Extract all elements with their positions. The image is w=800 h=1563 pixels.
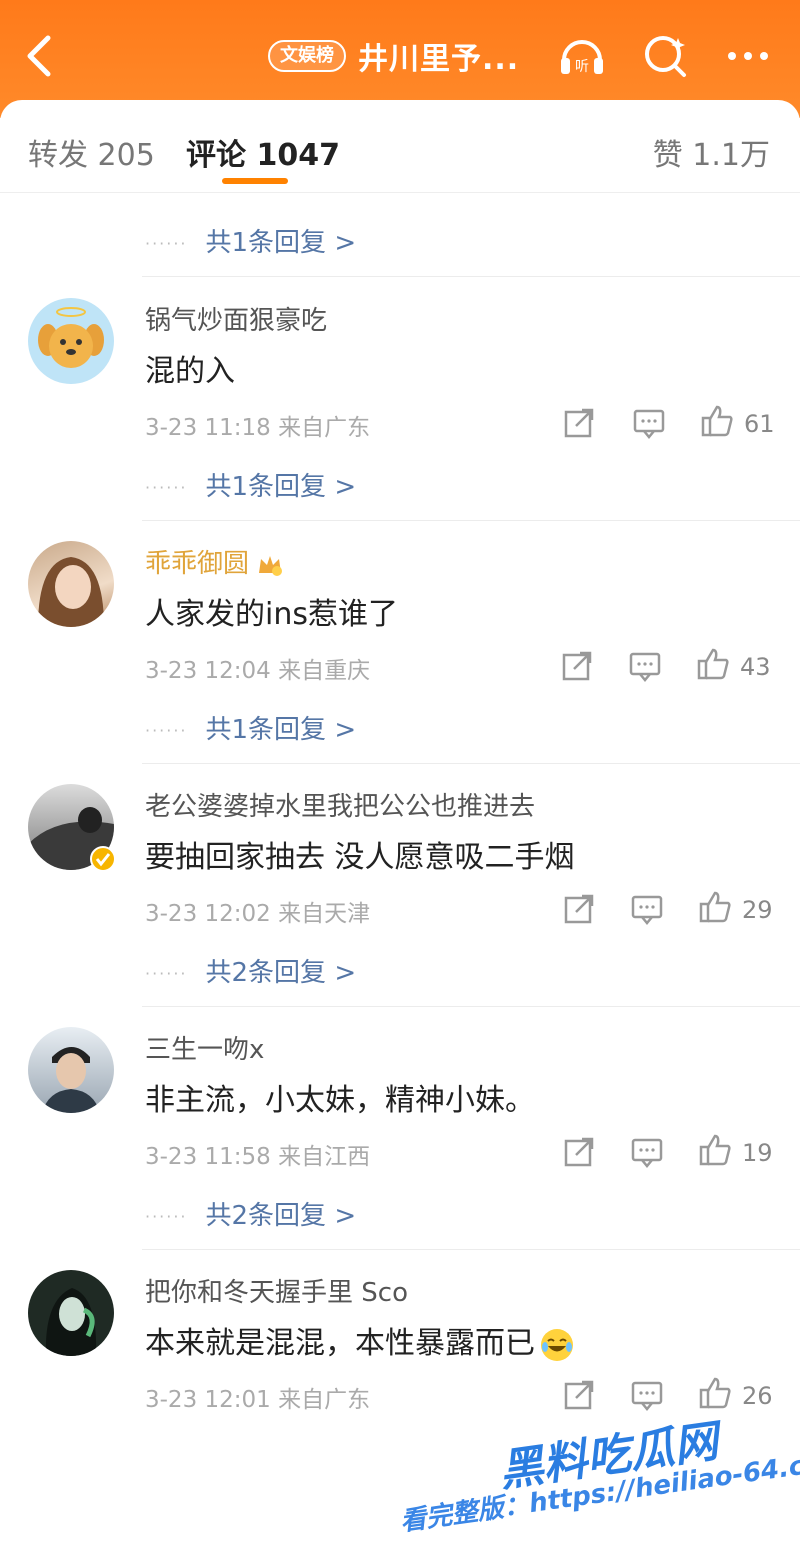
share-icon[interactable] xyxy=(562,1135,596,1169)
replies-link[interactable]: ······ 共1条回复 > xyxy=(145,222,356,259)
comment-text: 要抽回家抽去 没人愿意吸二手烟 xyxy=(145,840,575,875)
timestamp: 3-23 12:01 xyxy=(145,1387,271,1413)
tab-repost[interactable]: 转发 205 xyxy=(28,130,155,174)
tab-comments[interactable]: 评论 1047 xyxy=(186,130,340,174)
comment-text: 本来就是混混，本性暴露而已 xyxy=(145,1318,575,1363)
divider xyxy=(142,520,800,521)
like-count: 19 xyxy=(742,1139,773,1167)
person-avatar-icon xyxy=(38,557,104,627)
location: 来自广东 xyxy=(278,415,371,441)
like-count: 29 xyxy=(742,896,773,924)
avatar[interactable] xyxy=(28,298,114,384)
like-icon[interactable] xyxy=(700,404,734,438)
username[interactable]: 把你和冬天握手里 Sco xyxy=(145,1272,408,1309)
comment-icon[interactable] xyxy=(628,649,662,683)
person-avatar-icon xyxy=(45,1288,97,1356)
hot-list-tag[interactable]: 文娱榜 xyxy=(268,40,346,72)
timestamp: 3-23 12:04 xyxy=(145,658,271,684)
avatar[interactable] xyxy=(28,1270,114,1356)
back-arrow-icon[interactable] xyxy=(18,28,62,84)
comment-icon[interactable] xyxy=(630,1378,664,1412)
share-icon[interactable] xyxy=(562,406,596,440)
replies-link[interactable]: ······ 共1条回复 > xyxy=(145,709,356,746)
comment-icon[interactable] xyxy=(630,1135,664,1169)
share-icon[interactable] xyxy=(560,649,594,683)
location: 来自江西 xyxy=(278,1144,371,1170)
comment-text: 人家发的ins惹谁了 xyxy=(145,597,398,632)
dots: ······ xyxy=(145,1207,188,1226)
comment-meta: 3-23 12:02 来自天津 xyxy=(145,894,370,928)
more-icon[interactable] xyxy=(722,30,774,82)
divider xyxy=(142,1006,800,1007)
comment-text: 非主流，小太妹，精神小妹。 xyxy=(145,1083,535,1118)
replies-label: 共2条回复 > xyxy=(205,958,357,988)
comment-icon[interactable] xyxy=(632,406,666,440)
username[interactable]: 三生一吻x xyxy=(145,1029,264,1066)
person-avatar-icon xyxy=(42,1047,100,1113)
avatar[interactable] xyxy=(28,1027,114,1113)
comment-icon[interactable] xyxy=(630,892,664,926)
comment-text: 混的入 xyxy=(145,354,235,389)
tab-likes[interactable]: 赞 1.1万 xyxy=(653,130,770,174)
divider xyxy=(142,763,800,764)
like-icon[interactable] xyxy=(696,647,730,681)
like-icon[interactable] xyxy=(698,890,732,924)
replies-link[interactable]: ······ 共1条回复 > xyxy=(145,466,356,503)
dots: ······ xyxy=(145,234,188,253)
active-tab-indicator xyxy=(222,178,288,184)
replies-label: 共1条回复 > xyxy=(205,715,357,745)
listen-icon[interactable]: 听 xyxy=(556,30,608,82)
dots: ······ xyxy=(145,964,188,983)
comment-text-label: 本来就是混混，本性暴露而已 xyxy=(145,1326,535,1361)
location: 来自重庆 xyxy=(278,658,371,684)
vip-badge-icon xyxy=(257,553,283,577)
comment-meta: 3-23 11:18 来自广东 xyxy=(145,408,370,442)
replies-label: 共1条回复 > xyxy=(205,228,357,258)
dog-avatar-icon xyxy=(38,307,104,368)
location: 来自广东 xyxy=(278,1387,371,1413)
replies-link[interactable]: ······ 共2条回复 > xyxy=(145,952,356,989)
username[interactable]: 老公婆婆掉水里我把公公也推进去 xyxy=(145,786,535,823)
timestamp: 3-23 12:02 xyxy=(145,901,271,927)
username[interactable]: 锅气炒面狠豪吃 xyxy=(145,300,327,337)
location: 来自天津 xyxy=(278,901,371,927)
dots: ······ xyxy=(145,721,188,740)
like-icon[interactable] xyxy=(698,1376,732,1410)
verified-badge-icon xyxy=(90,846,116,872)
username[interactable]: 乖乖御圆 xyxy=(145,543,283,580)
comment-meta: 3-23 11:58 来自江西 xyxy=(145,1137,370,1171)
replies-label: 共1条回复 > xyxy=(205,472,357,502)
timestamp: 3-23 11:58 xyxy=(145,1144,271,1170)
avatar[interactable] xyxy=(28,541,114,627)
divider xyxy=(142,1249,800,1250)
like-count: 61 xyxy=(744,410,775,438)
replies-link[interactable]: ······ 共2条回复 > xyxy=(145,1195,356,1232)
like-count: 26 xyxy=(742,1382,773,1410)
comment-meta: 3-23 12:04 来自重庆 xyxy=(145,651,370,685)
like-count: 43 xyxy=(740,653,771,681)
page-title: 井川里予... xyxy=(358,42,520,77)
tab-bar: 转发 205 评论 1047 赞 1.1万 xyxy=(0,100,800,193)
dots: ······ xyxy=(145,478,188,497)
share-icon[interactable] xyxy=(562,892,596,926)
comment-meta: 3-23 12:01 来自广东 xyxy=(145,1380,370,1414)
laugh-cry-emoji-icon xyxy=(541,1328,573,1361)
like-icon[interactable] xyxy=(698,1133,732,1167)
timestamp: 3-23 11:18 xyxy=(145,415,271,441)
share-icon[interactable] xyxy=(562,1378,596,1412)
svg-text:听: 听 xyxy=(575,59,589,75)
search-icon[interactable] xyxy=(640,30,692,82)
username-label: 乖乖御圆 xyxy=(145,549,250,579)
replies-label: 共2条回复 > xyxy=(205,1201,357,1231)
divider xyxy=(142,276,800,277)
